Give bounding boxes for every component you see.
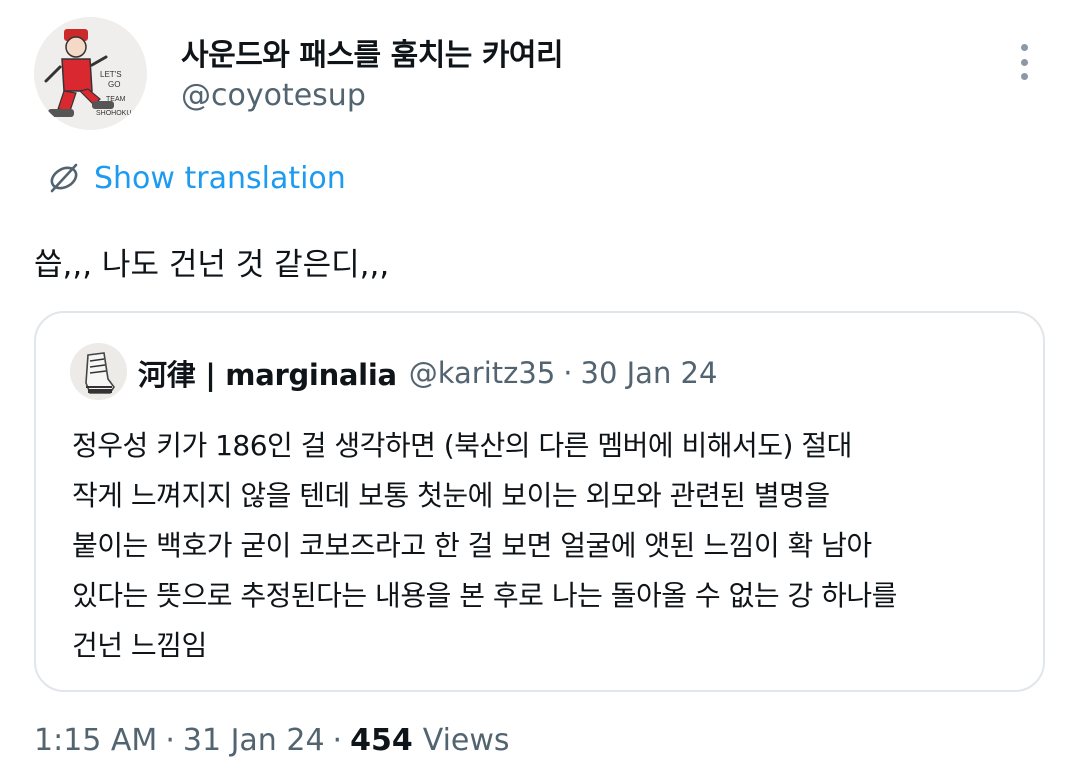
tweet-time[interactable]: 1:15 AM [34,723,157,758]
tweet-meta: 1:15 AM · 31 Jan 24 · 454 Views [34,717,510,763]
meta-separator: · [165,722,175,758]
views-count[interactable]: 454 [350,723,413,758]
quoted-text-line: 정우성 키가 186인 걸 생각하면 (북산의 다른 멤버에 비해서도) 절대 [72,429,852,462]
author-avatar[interactable]: LET'S GO TEAM SHOHOKU [34,17,147,130]
avatar-icon: LET'S GO TEAM SHOHOKU [34,17,146,129]
more-dot-icon [1020,58,1028,66]
tweet-detail: LET'S GO TEAM SHOHOKU 사운드와 패스를 훔치는 카여리 @… [0,0,1080,777]
tweet-text: 씁,,, 나도 건넌 것 같은디,,, [34,247,390,283]
quoted-author-avatar[interactable] [70,343,127,400]
more-dot-icon [1020,44,1028,51]
quoted-tweet-header: 河律 | marginalia @karitz35 · 30 Jan 24 [138,351,717,395]
quoted-text-line: 붙이는 백호가 굳이 코보즈라고 한 걸 보면 얼굴에 앳된 느낌이 확 남아 [72,529,872,562]
globe-icon [45,159,83,197]
quoted-tweet-date[interactable]: 30 Jan 24 [581,356,718,390]
quoted-author-handle[interactable]: @karitz35 [409,356,556,390]
meta-separator: · [332,722,343,758]
quoted-text-line: 건넌 느낌임 [72,629,207,662]
show-translation-link[interactable]: Show translation [45,158,346,198]
show-translation-label: Show translation [94,160,346,196]
quoted-text-line: 있다는 뜻으로 추정된다는 내용을 본 후로 나는 돌아올 수 없는 강 하나를 [72,579,897,612]
svg-text:GO: GO [108,80,120,89]
author-display-name[interactable]: 사운드와 패스를 훔치는 카여리 [181,30,564,74]
svg-text:TEAM: TEAM [106,96,126,103]
svg-text:LET'S: LET'S [100,70,122,79]
quoted-tweet-text: 정우성 키가 186인 걸 생각하면 (북산의 다른 멤버에 비해서도) 절대 … [72,421,1022,671]
quoted-text-line: 작게 느껴지지 않을 텐데 보통 첫눈에 보이는 외모와 관련된 별명을 [72,479,830,512]
quoted-separator: · [563,356,573,390]
tweet-date[interactable]: 31 Jan 24 [183,723,325,758]
more-options-button[interactable] [1004,40,1044,84]
quoted-tweet-card[interactable]: 河律 | marginalia @karitz35 · 30 Jan 24 정우… [34,311,1045,692]
svg-text:SHOHOKU: SHOHOKU [96,110,131,117]
author-handle[interactable]: @coyotesup [181,78,366,113]
quoted-author-name[interactable]: 河律 | marginalia [138,352,397,394]
sneaker-avatar-icon [70,343,127,400]
views-label: Views [422,722,510,758]
more-dot-icon [1020,73,1028,80]
